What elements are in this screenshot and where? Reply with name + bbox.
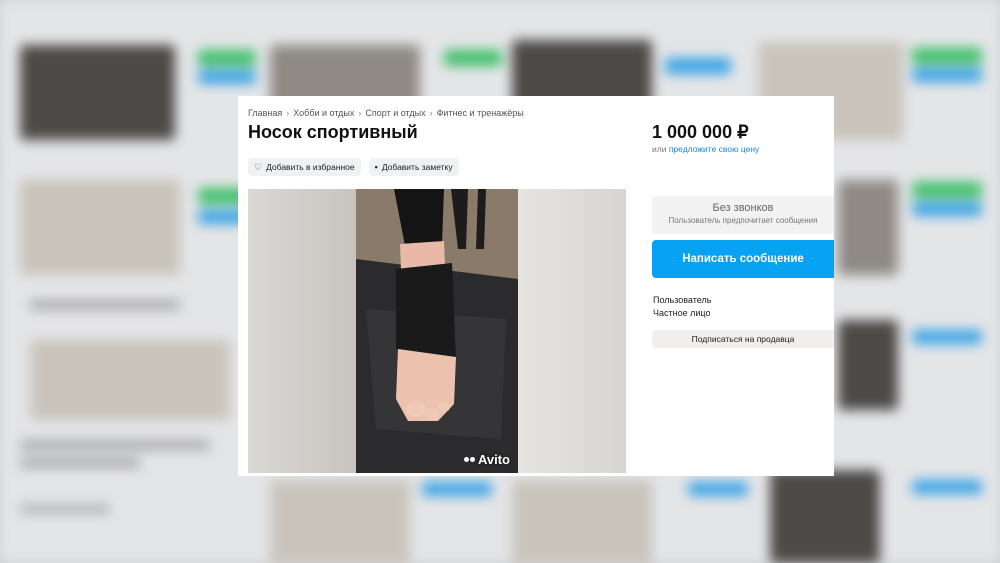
add-note-button[interactable]: ▪ Добавить заметку: [368, 158, 459, 176]
breadcrumb-separator: ›: [286, 108, 290, 118]
breadcrumb-item-home[interactable]: Главная: [248, 108, 282, 118]
no-calls-notice: Без звонков Пользователь предпочитает со…: [652, 196, 834, 234]
add-note-label: Добавить заметку: [381, 162, 453, 172]
listing-actions: ♡ Добавить в избранное ▪ Добавить заметк…: [248, 158, 459, 176]
add-to-favorites-label: Добавить в избранное: [266, 162, 355, 172]
breadcrumb-separator: ›: [358, 108, 362, 118]
note-icon: ▪: [374, 161, 378, 172]
add-to-favorites-button[interactable]: ♡ Добавить в избранное: [248, 158, 361, 176]
suggest-price-link[interactable]: предложите свою цену: [669, 144, 759, 154]
breadcrumb-separator: ›: [429, 108, 433, 118]
photo-gallery[interactable]: Avito: [248, 189, 626, 473]
write-message-button[interactable]: Написать сообщение: [652, 240, 834, 278]
listing-card: Главная › Хобби и отдых › Спорт и отдых …: [238, 96, 834, 476]
breadcrumb-item-hobby[interactable]: Хобби и отдых: [293, 108, 354, 118]
breadcrumb-item-sport[interactable]: Спорт и отдых: [365, 108, 425, 118]
seller-type: Частное лицо: [653, 308, 711, 318]
breadcrumb: Главная › Хобби и отдых › Спорт и отдых …: [248, 108, 524, 118]
breadcrumb-item-fitness[interactable]: Фитнес и тренажёры: [437, 108, 524, 118]
gallery-blur-left: [248, 189, 356, 473]
sock-photo-illustration: [356, 189, 518, 473]
no-calls-title: Без звонков: [712, 202, 774, 214]
listing-price: 1 000 000 ₽: [652, 122, 749, 142]
gallery-blur-right: [518, 189, 626, 473]
listing-photo[interactable]: Avito: [356, 189, 518, 473]
price-offer-prefix: или: [652, 144, 667, 154]
subscribe-seller-button[interactable]: Подписаться на продавца: [652, 330, 834, 348]
price-offer-line: или предложите свою цену: [652, 144, 759, 154]
avito-watermark-text: Avito: [477, 452, 510, 467]
no-calls-subtitle: Пользователь предпочитает сообщения: [668, 216, 818, 225]
avito-watermark: Avito: [463, 452, 510, 467]
listing-title: Носок спортивный: [248, 122, 418, 142]
seller-name[interactable]: Пользователь: [653, 295, 711, 305]
avito-logo-icon: [463, 457, 475, 462]
heart-icon: ♡: [254, 161, 263, 172]
